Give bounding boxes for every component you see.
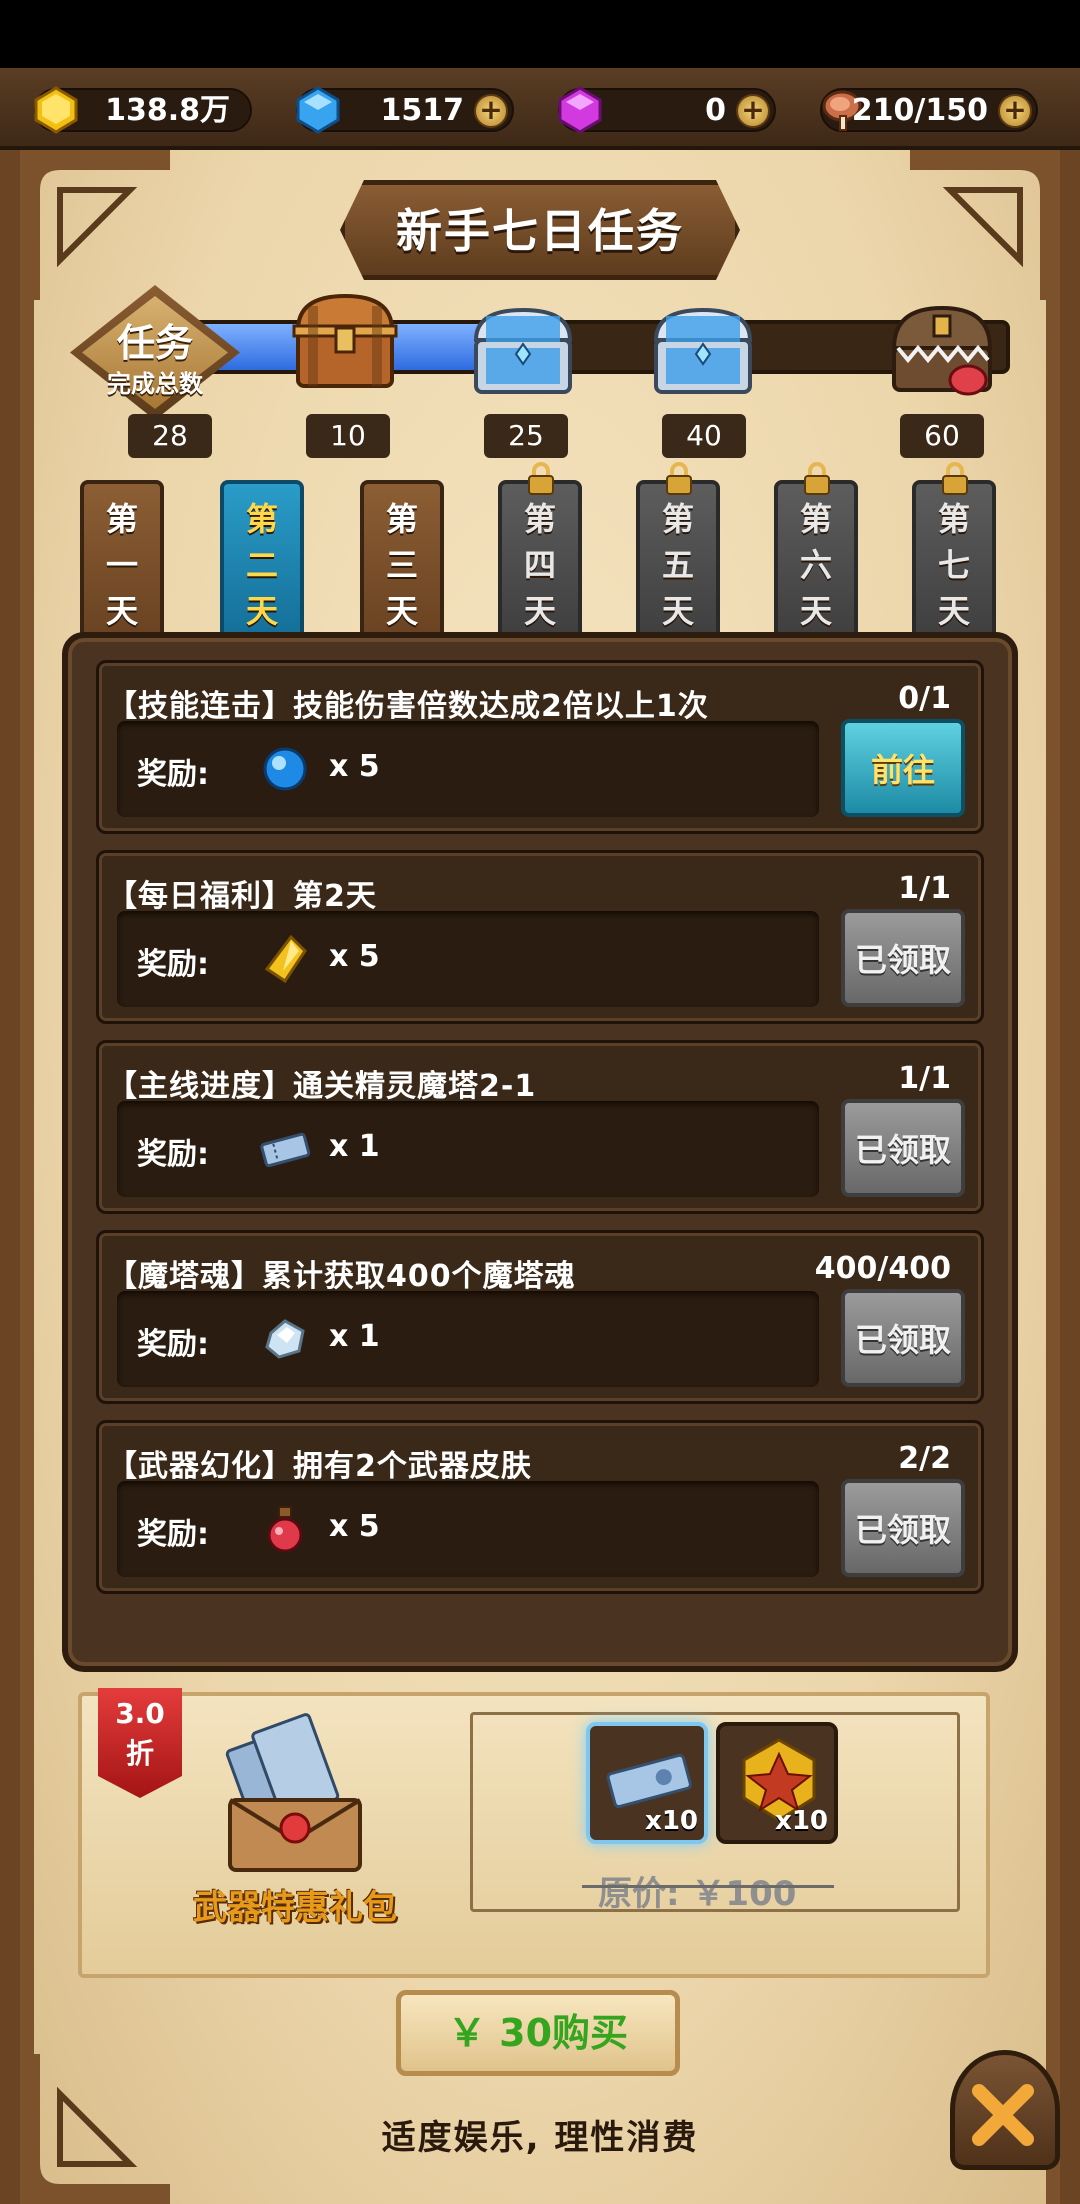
tab-day-1[interactable]: 第 一 天: [80, 480, 164, 640]
claimed-button[interactable]: 已领取: [841, 1479, 965, 1577]
task-item: 【武器幻化】拥有2个武器皮肤 2/2 奖励: x 5 已领取: [96, 1420, 984, 1594]
add-gem-button[interactable]: +: [736, 94, 770, 128]
milestone-10: 10: [306, 414, 390, 458]
task-progress: 0/1: [898, 681, 951, 716]
gift-item-quantity: x10: [775, 1806, 828, 1836]
reward-box: 奖励: x 5: [117, 1481, 819, 1577]
reward-box: 奖励: x 1: [117, 1101, 819, 1197]
close-icon: [972, 2084, 1034, 2146]
stamina-value: 210/150: [851, 93, 988, 128]
reward-label: 奖励:: [137, 1517, 209, 1552]
close-button[interactable]: [950, 2050, 1060, 2170]
reward-box: 奖励: x 5: [117, 721, 819, 817]
gift-pack-name: 武器特惠礼包: [193, 1888, 397, 1928]
completed-count: 28: [128, 414, 212, 458]
reward-quantity: x 5: [329, 1509, 380, 1544]
stamina-resource: 210/150 +: [820, 88, 1038, 132]
soul-crystal-icon: [265, 1319, 305, 1359]
gem-value: 0: [705, 93, 726, 128]
tab-day-5[interactable]: 第 五 天: [636, 462, 720, 640]
reward-label: 奖励:: [137, 757, 209, 792]
milestone-40: 40: [662, 414, 746, 458]
disclaimer-text: 适度娱乐, 理性消费: [381, 2118, 699, 2158]
mimic-chest-icon[interactable]: [884, 298, 1000, 408]
price-strikethrough: [582, 1885, 834, 1888]
diamond-resource: 1517 +: [296, 86, 514, 134]
reward-quantity: x 1: [329, 1319, 380, 1354]
ticket-icon: [260, 1132, 311, 1168]
milestone-60: 60: [900, 414, 984, 458]
gold-value: 138.8万: [105, 93, 230, 128]
blue-orb-icon: [263, 747, 307, 791]
task-progress: 1/1: [898, 871, 951, 906]
reward-box: 奖励: x 1: [117, 1291, 819, 1387]
tab-day-2[interactable]: 第 二 天: [220, 480, 304, 640]
reward-quantity: x 5: [329, 749, 380, 784]
potion-icon: [267, 1506, 303, 1553]
claimed-button[interactable]: 已领取: [841, 909, 965, 1007]
task-item: 【技能连击】技能伤害倍数达成2倍以上1次 0/1 奖励: x 5 前往: [96, 660, 984, 834]
gift-envelope-icon: [225, 1713, 362, 1872]
task-progress: 400/400: [814, 1251, 951, 1286]
task-item: 【魔塔魂】累计获取400个魔塔魂 400/400 奖励: x 1 已领取: [96, 1230, 984, 1404]
task-item: 【主线进度】通关精灵魔塔2-1 1/1 奖励: x 1 已领取: [96, 1040, 984, 1214]
claimed-button[interactable]: 已领取: [841, 1099, 965, 1197]
system-status-bar: [0, 0, 1080, 68]
gift-item-slot[interactable]: x10: [716, 1722, 838, 1844]
add-diamond-button[interactable]: +: [474, 94, 508, 128]
lock-icon: [666, 462, 692, 495]
task-title: 【主线进度】通关精灵魔塔2-1: [107, 1069, 537, 1104]
reward-quantity: x 5: [329, 939, 380, 974]
buy-button[interactable]: ￥ 30购买: [396, 1990, 680, 2076]
task-count-label: 任务: [116, 321, 193, 365]
gold-resource: 138.8万: [34, 86, 252, 134]
task-item: 【每日福利】第2天 1/1 奖励: x 5 已领取: [96, 850, 984, 1024]
purple-gem-icon: [558, 86, 602, 134]
tab-day-6[interactable]: 第 六 天: [774, 462, 858, 640]
reward-label: 奖励:: [137, 947, 209, 982]
reward-quantity: x 1: [329, 1129, 380, 1164]
diamond-icon: [296, 86, 340, 134]
claimed-button[interactable]: 已领取: [841, 1289, 965, 1387]
gift-item-quantity: x10: [645, 1806, 698, 1836]
gold-crystal-icon: [264, 934, 307, 984]
lock-icon: [804, 462, 830, 495]
gold-icon: [34, 86, 78, 134]
gift-item-slot[interactable]: x10: [586, 1722, 708, 1844]
task-title: 【每日福利】第2天: [107, 879, 377, 914]
reward-box: 奖励: x 5: [117, 911, 819, 1007]
task-progress: 2/2: [898, 1441, 951, 1476]
diamond-value: 1517: [380, 93, 465, 128]
milestone-25: 25: [484, 414, 568, 458]
frame-corner-top-left: [20, 150, 170, 300]
reward-label: 奖励:: [137, 1137, 209, 1172]
go-button[interactable]: 前往: [841, 719, 965, 817]
frame-corner-bottom-left: [20, 2054, 170, 2204]
tab-day-3[interactable]: 第 三 天: [360, 480, 444, 640]
discount-label: 3.0 折: [115, 1697, 165, 1770]
tab-day-4[interactable]: 第 四 天: [498, 462, 582, 640]
tab-day-7[interactable]: 第 七 天: [912, 462, 996, 640]
lock-icon: [942, 462, 968, 495]
page-title: 新手七日任务: [396, 204, 684, 258]
task-count-sublabel: 完成总数: [107, 370, 203, 398]
task-progress: 1/1: [898, 1061, 951, 1096]
task-title: 【魔塔魂】累计获取400个魔塔魂: [107, 1259, 576, 1294]
silver-chest-icon[interactable]: [468, 300, 578, 400]
task-title: 【技能连击】技能伤害倍数达成2倍以上1次: [107, 689, 709, 724]
add-stamina-button[interactable]: +: [998, 94, 1032, 128]
resource-bar: 138.8万 1517 + 0 + 210/150 +: [0, 68, 1080, 150]
silver-chest-icon-2[interactable]: [648, 300, 758, 400]
reward-label: 奖励:: [137, 1327, 209, 1362]
frame-corner-top-right: [910, 150, 1060, 300]
lock-icon: [528, 462, 554, 495]
task-title: 【武器幻化】拥有2个武器皮肤: [107, 1449, 532, 1484]
wooden-chest-icon[interactable]: [290, 286, 400, 396]
original-price: 原价: ￥100: [598, 1874, 797, 1914]
gem-resource: 0 +: [558, 86, 776, 134]
